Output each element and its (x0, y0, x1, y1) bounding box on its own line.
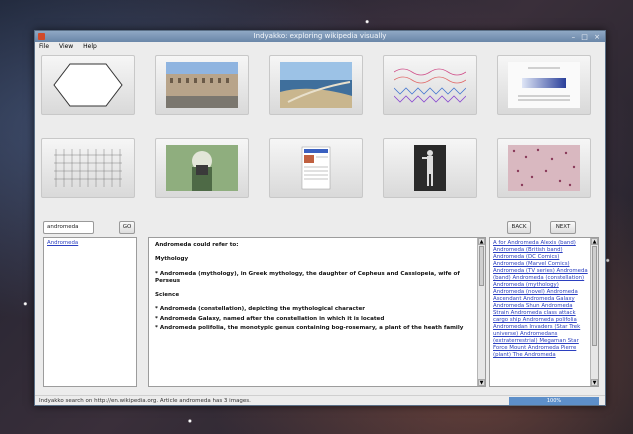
article-text: Andromeda could refer to: Mythology * An… (149, 238, 485, 332)
texture-image (508, 145, 580, 191)
article-line: * Andromeda polifolia, the monotypic gen… (155, 325, 464, 332)
article-line: * Andromeda Galaxy, named after the cons… (155, 315, 385, 322)
thumbnail-statue[interactable] (383, 138, 477, 198)
results-list[interactable]: Andromeda (43, 237, 137, 387)
thumbnail-coastline[interactable] (269, 55, 363, 115)
diagram-image (508, 62, 580, 108)
main-window: Indyakko: exploring wikipedia visually –… (34, 30, 606, 406)
go-button[interactable]: GO (119, 221, 135, 234)
list-item[interactable]: Andromeda (44, 238, 136, 249)
status-text: Indyakko search on http://en.wikipedia.o… (39, 398, 251, 404)
related-links-panel[interactable]: A for Andromeda Alexis (band) Andromeda … (489, 237, 599, 387)
menu-view[interactable]: View (59, 43, 73, 50)
menu-bar: File View Help (35, 42, 605, 51)
coastline-image (280, 62, 352, 108)
webpage-image (301, 146, 331, 190)
article-line: * Andromeda (constellation), depicting t… (155, 306, 366, 313)
thumbnail-webpage[interactable] (269, 138, 363, 198)
back-button[interactable]: BACK (507, 221, 531, 234)
links-scrollbar[interactable]: ▲ ▼ (590, 238, 598, 386)
search-input[interactable]: andromeda (43, 221, 94, 234)
article-panel[interactable]: Andromeda could refer to: Mythology * An… (148, 237, 486, 387)
banknote-image (166, 145, 238, 191)
article-heading: Mythology (155, 256, 189, 263)
progress-bar: 100% (509, 397, 599, 405)
next-button[interactable]: NEXT (550, 221, 576, 234)
star-chart-image (54, 149, 122, 187)
scroll-thumb[interactable] (592, 246, 597, 346)
window-controls[interactable]: – □ × (572, 32, 602, 43)
statue-image (414, 145, 446, 191)
article-heading: Science (155, 292, 180, 299)
scroll-thumb[interactable] (479, 246, 484, 286)
status-bar: Indyakko search on http://en.wikipedia.o… (35, 395, 605, 405)
scroll-up-icon[interactable]: ▲ (478, 238, 485, 245)
thumbnail-building[interactable] (155, 55, 249, 115)
window-title: Indyakko: exploring wikipedia visually (253, 32, 387, 40)
menu-file[interactable]: File (39, 43, 49, 50)
wave-chart-image (394, 68, 466, 103)
building-image (166, 62, 238, 108)
thumbnail-star-chart[interactable] (41, 138, 135, 198)
scroll-up-icon[interactable]: ▲ (591, 238, 598, 245)
thumbnail-texture[interactable] (497, 138, 591, 198)
article-line: Andromeda could refer to: (155, 242, 239, 248)
related-links[interactable]: A for Andromeda Alexis (band) Andromeda … (490, 238, 598, 359)
article-line: * Andromeda (mythology), in Greek mythol… (155, 270, 460, 284)
thumbnail-hexagon[interactable] (41, 55, 135, 115)
hexagon-image (53, 63, 123, 107)
app-icon (38, 33, 45, 40)
thumbnail-banknote[interactable] (155, 138, 249, 198)
article-scrollbar[interactable]: ▲ ▼ (477, 238, 485, 386)
menu-help[interactable]: Help (83, 43, 97, 50)
thumbnail-data-diagram[interactable] (497, 55, 591, 115)
thumbnail-wave-chart[interactable] (383, 55, 477, 115)
scroll-down-icon[interactable]: ▼ (478, 379, 485, 386)
progress-label: 100% (546, 398, 562, 404)
title-bar: Indyakko: exploring wikipedia visually –… (35, 31, 605, 42)
scroll-down-icon[interactable]: ▼ (591, 379, 598, 386)
